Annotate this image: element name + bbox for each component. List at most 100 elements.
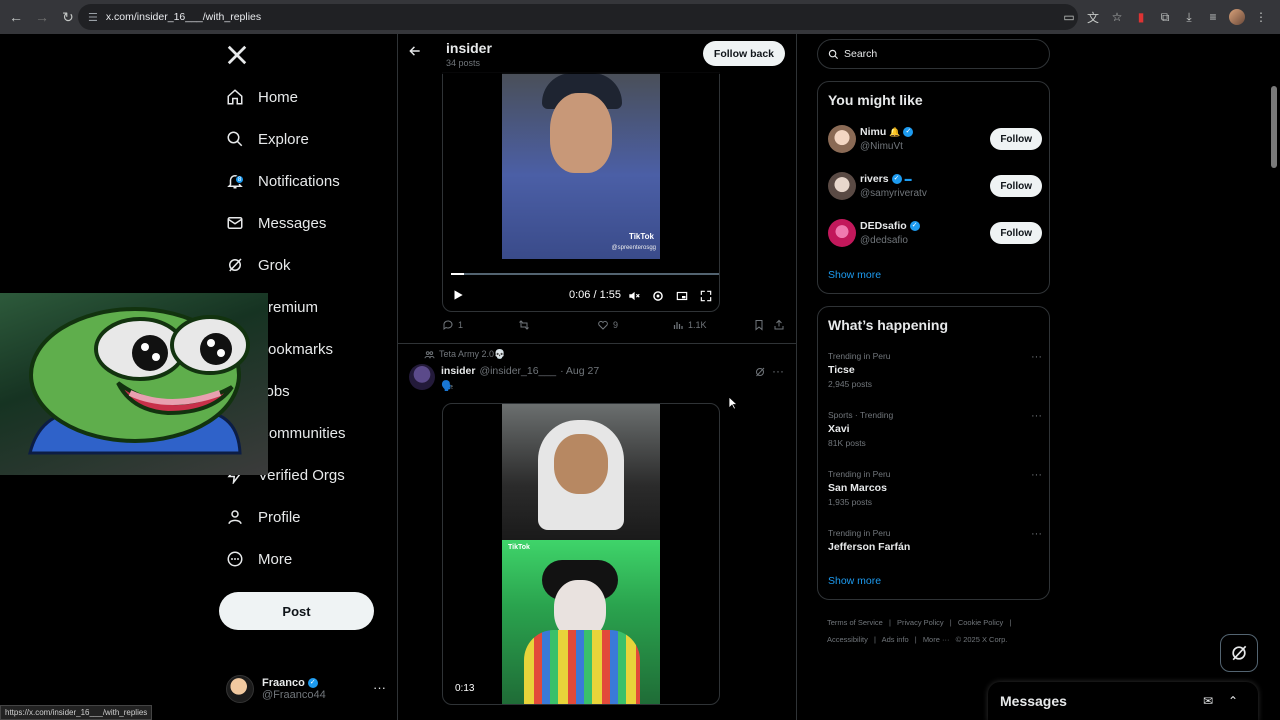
- tweet-date[interactable]: · Aug 27: [560, 365, 599, 377]
- show-more-link[interactable]: Show more: [828, 269, 881, 281]
- avatar[interactable]: [828, 125, 856, 153]
- chrome-profile-avatar[interactable]: [1226, 6, 1248, 28]
- user-name[interactable]: Nimu: [860, 126, 886, 138]
- trend-item[interactable]: Trending in Peru San Marcos 1,935 posts …: [828, 469, 1042, 507]
- video-player[interactable]: TikTok @spreenterosgg 0:06 / 1:55: [442, 72, 720, 312]
- scrollbar[interactable]: [1268, 34, 1280, 720]
- nav-messages[interactable]: Messages: [226, 206, 326, 240]
- nav-notifications[interactable]: 8 Notifications: [226, 164, 340, 198]
- footer-link[interactable]: Privacy Policy: [897, 618, 944, 627]
- more-horizontal-icon[interactable]: ···: [1031, 469, 1042, 481]
- nav-home[interactable]: Home: [226, 80, 298, 114]
- nav-profile[interactable]: Profile: [226, 500, 301, 534]
- nav-explore[interactable]: Explore: [226, 122, 309, 156]
- views-button[interactable]: 1.1K: [672, 319, 707, 331]
- nav-label-profile: Profile: [258, 508, 301, 526]
- follow-button[interactable]: Follow: [990, 175, 1042, 197]
- verified-badge-icon: ✓: [909, 221, 920, 231]
- site-settings-icon[interactable]: ☰: [88, 11, 98, 24]
- more-horizontal-icon[interactable]: ···: [1031, 410, 1042, 422]
- cast-icon[interactable]: ▭: [1058, 6, 1080, 28]
- play-icon[interactable]: [451, 288, 465, 302]
- footer-link[interactable]: More ···: [923, 635, 950, 644]
- suggested-user[interactable]: rivers ✓ ▬ @samyriveratv Follow: [828, 172, 1042, 204]
- messages-drawer[interactable]: Messages ✉ ⌃: [988, 682, 1258, 720]
- footer-separator: |: [914, 635, 917, 644]
- trend-item[interactable]: Trending in Peru Ticse 2,945 posts ···: [828, 351, 1042, 389]
- mute-icon[interactable]: [627, 289, 641, 303]
- star-icon[interactable]: ☆: [1106, 6, 1128, 28]
- more-horizontal-icon[interactable]: ···: [1031, 528, 1042, 540]
- translate-icon[interactable]: 文: [1082, 6, 1104, 28]
- home-icon: [227, 89, 243, 105]
- tiktok-handle: @spreenterosgg: [611, 245, 656, 251]
- trend-item[interactable]: Trending in Peru Jefferson Farfán ···: [828, 528, 1042, 553]
- bookmark-button[interactable]: [753, 319, 765, 331]
- forward-icon[interactable]: →: [30, 5, 54, 29]
- trend-context: Sports · Trending: [828, 410, 894, 420]
- search-input[interactable]: Search: [817, 39, 1050, 69]
- trend-item[interactable]: Sports · Trending Xavi 81K posts ···: [828, 410, 1042, 448]
- more-horizontal-icon[interactable]: ···: [373, 680, 386, 695]
- picture-in-picture-icon[interactable]: [675, 289, 689, 303]
- suggested-user[interactable]: Nimu 🔔 ✓ @NimuVt Follow: [828, 125, 1042, 157]
- verified-badge-icon: ✓: [891, 174, 902, 184]
- avatar[interactable]: [828, 219, 856, 247]
- repost-button[interactable]: [518, 319, 530, 331]
- trend-name: Xavi: [828, 423, 850, 435]
- chrome-menu-icon[interactable]: ⋮: [1250, 6, 1272, 28]
- extensions-icon[interactable]: ⧉: [1154, 6, 1176, 28]
- reading-list-icon[interactable]: ≡: [1202, 6, 1224, 28]
- fullscreen-icon[interactable]: [699, 289, 713, 303]
- video-progress-bar[interactable]: [451, 273, 719, 275]
- download-icon[interactable]: ⤓: [1178, 6, 1200, 28]
- user-name[interactable]: rivers: [860, 173, 889, 185]
- suggested-user[interactable]: DEDsafio ✓ @dedsafio Follow: [828, 219, 1042, 251]
- follow-button[interactable]: Follow: [990, 128, 1042, 150]
- reload-icon[interactable]: ↻: [56, 5, 80, 29]
- avatar[interactable]: [828, 172, 856, 200]
- trend-name: San Marcos: [828, 482, 887, 494]
- share-button[interactable]: [773, 319, 785, 331]
- user-name[interactable]: DEDsafio: [860, 220, 907, 232]
- panel-title: What’s happening: [828, 317, 949, 333]
- back-arrow-icon[interactable]: [408, 44, 422, 58]
- grok-floating-button[interactable]: [1220, 634, 1258, 672]
- show-more-link[interactable]: Show more: [828, 575, 881, 587]
- panel-title: You might like: [828, 92, 923, 108]
- video-player[interactable]: TikTok 0:13: [442, 403, 720, 705]
- nav-label-bookmarks: Bookmarks: [258, 340, 334, 358]
- author-handle[interactable]: @insider_16___: [479, 365, 556, 377]
- back-icon[interactable]: ←: [4, 5, 28, 29]
- address-bar[interactable]: ☰ x.com/insider_16___/with_replies: [78, 4, 1078, 30]
- more-horizontal-icon[interactable]: ···: [1031, 351, 1042, 363]
- trend-name: Jefferson Farfán: [828, 541, 911, 553]
- nav-label-more: More: [258, 550, 293, 568]
- x-logo-icon[interactable]: [226, 44, 248, 66]
- profile-header: insider 34 posts Follow back: [398, 34, 796, 74]
- avatar[interactable]: [409, 364, 435, 390]
- like-button[interactable]: 9: [597, 319, 618, 331]
- view-count: 1.1K: [688, 320, 707, 330]
- post-button[interactable]: Post: [219, 592, 374, 630]
- account-switcher[interactable]: Fraanco ✓ @Fraanco44 ···: [226, 672, 386, 706]
- footer-link[interactable]: Accessibility: [827, 635, 868, 644]
- footer-link[interactable]: Cookie Policy: [958, 618, 1003, 627]
- footer-link[interactable]: Terms of Service: [827, 618, 883, 627]
- messages-drawer-title: Messages: [1000, 693, 1067, 709]
- nav-more[interactable]: More: [226, 542, 292, 576]
- extension-red-icon[interactable]: ▮: [1130, 6, 1152, 28]
- follow-button[interactable]: Follow: [990, 222, 1042, 244]
- video-thumbnail: TikTok @spreenterosgg: [502, 73, 660, 259]
- author-name[interactable]: insider: [441, 365, 475, 377]
- footer-link[interactable]: Ads info: [882, 635, 909, 644]
- follow-back-button[interactable]: Follow back: [702, 41, 785, 66]
- new-message-icon[interactable]: ✉: [1203, 694, 1217, 708]
- reply-button[interactable]: 1: [442, 319, 463, 331]
- chevron-up-icon[interactable]: ⌃: [1228, 694, 1242, 708]
- more-horizontal-icon[interactable]: ···: [772, 364, 784, 378]
- nav-grok[interactable]: Grok: [226, 248, 291, 282]
- grok-icon[interactable]: [754, 366, 766, 378]
- settings-icon[interactable]: [651, 289, 665, 303]
- video-time: 0:06 / 1:55: [569, 289, 621, 301]
